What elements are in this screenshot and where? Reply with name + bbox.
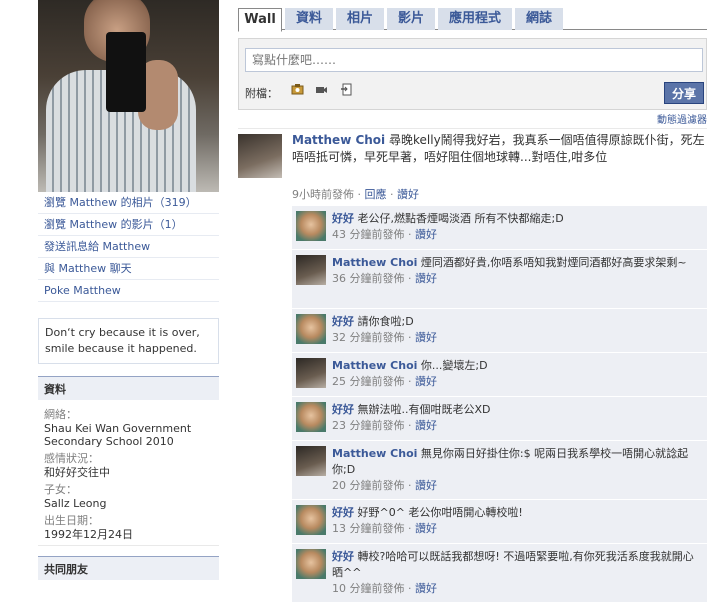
like-link[interactable]: 讚好 — [397, 188, 419, 201]
tab-notes[interactable]: 網誌 — [515, 8, 563, 30]
comment-time: 32 分鐘前發佈 — [332, 331, 405, 344]
post-meta: 9小時前發佈 · 回應 · 讚好 — [292, 188, 419, 201]
left-column: 瀏覽 Matthew 的相片（319） 瀏覽 Matthew 的影片（1） 發送… — [38, 0, 219, 580]
info-section: 資料 網絡： Shau Kei Wan Government Secondary… — [38, 376, 219, 546]
chat-link[interactable]: 與 Matthew 聊天 — [38, 258, 219, 280]
comment-like-link[interactable]: 讚好 — [415, 479, 437, 492]
relationship-label: 感情狀況： — [44, 452, 99, 465]
comment-text: 煙同酒都好貴,你唔系唔知我對煙同酒都好高要求架剩~ — [420, 256, 687, 269]
commenter-avatar[interactable] — [296, 402, 326, 432]
view-photos-link[interactable]: 瀏覽 Matthew 的相片（319） — [38, 192, 219, 214]
mutual-friends-title: 共同朋友 — [38, 556, 219, 580]
comment-author[interactable]: 好好 — [332, 403, 354, 416]
mutual-friends-section: 共同朋友 — [38, 556, 219, 580]
comment-time: 23 分鐘前發佈 — [332, 419, 405, 432]
birthday-value: 1992年12月24日 — [44, 528, 133, 541]
comment-like-link[interactable]: 讚好 — [415, 582, 437, 595]
attach-label: 附檔： — [245, 87, 278, 100]
children-label: 子女： — [44, 483, 77, 496]
comment-time: 13 分鐘前發佈 — [332, 522, 405, 535]
tab-photos[interactable]: 相片 — [336, 8, 384, 30]
comment-time: 20 分鐘前發佈 — [332, 479, 405, 492]
video-icon[interactable] — [315, 83, 328, 96]
relationship-value: 和好好交往中 — [44, 466, 110, 479]
comment-item: 好好 請你食啦;D 32 分鐘前發佈 · 讚好 — [292, 309, 707, 353]
poke-link[interactable]: Poke Matthew — [38, 280, 219, 302]
feed-filter-link[interactable]: 動態過濾器 — [657, 111, 707, 126]
comment-text: 轉校?哈哈可以既話我都想呀! 不過唔緊要啦,有你死我活系度我就開心晒^^ — [332, 550, 694, 579]
commenter-avatar[interactable] — [296, 314, 326, 344]
status-composer: 附檔： 分享 — [238, 38, 707, 110]
comment-author[interactable]: 好好 — [332, 506, 354, 519]
bio-box: Don‘t cry because it is over, smile beca… — [38, 318, 219, 364]
birthday-label: 出生日期： — [44, 514, 99, 527]
commenter-avatar[interactable] — [296, 549, 326, 579]
post-author[interactable]: Matthew Choi — [292, 133, 385, 147]
comment-time: 36 分鐘前發佈 — [332, 272, 405, 285]
profile-photo[interactable] — [38, 0, 219, 192]
comment-like-link[interactable]: 讚好 — [415, 522, 437, 535]
commenter-avatar[interactable] — [296, 505, 326, 535]
comment-like-link[interactable]: 讚好 — [415, 375, 437, 388]
wall-post: Matthew Choi 尋晚kelly鬧得我好岩，我真系一個唔值得原諒既仆街，… — [238, 128, 707, 603]
network-label: 網絡： — [44, 408, 77, 421]
comment-like-link[interactable]: 讚好 — [415, 272, 437, 285]
commenter-avatar[interactable] — [296, 211, 326, 241]
comment-time: 25 分鐘前發佈 — [332, 375, 405, 388]
comment-text: 你...變壞左;D — [420, 359, 488, 372]
send-message-link[interactable]: 發送訊息給 Matthew — [38, 236, 219, 258]
comment-author[interactable]: Matthew Choi — [332, 359, 417, 372]
comment-item: Matthew Choi 無見你兩日好掛住你:$ 呢兩日我系學校一唔開心就諗起你… — [292, 441, 707, 500]
comment-author[interactable]: Matthew Choi — [332, 256, 417, 269]
comment-item: 好好 無辦法啦..有個咁既老公XD 23 分鐘前發佈 · 讚好 — [292, 397, 707, 441]
network-value[interactable]: Shau Kei Wan Government Secondary School… — [44, 422, 213, 448]
profile-links: 瀏覽 Matthew 的相片（319） 瀏覽 Matthew 的影片（1） 發送… — [38, 192, 219, 302]
post-time[interactable]: 9小時前發佈 — [292, 188, 354, 201]
comment-item: Matthew Choi 你...變壞左;D 25 分鐘前發佈 · 讚好 — [292, 353, 707, 397]
commenter-avatar[interactable] — [296, 358, 326, 388]
comment-like-link[interactable]: 讚好 — [415, 419, 437, 432]
comment-item: 好好 轉校?哈哈可以既話我都想呀! 不過唔緊要啦,有你死我活系度我就開心晒^^ … — [292, 544, 707, 603]
status-input[interactable] — [245, 48, 703, 72]
comment-like-link[interactable]: 讚好 — [415, 228, 437, 241]
info-title: 資料 — [38, 376, 219, 400]
comment-text: 老公仔,燃點香煙喝淡酒 所有不快都縮走;D — [357, 212, 564, 225]
commenter-avatar[interactable] — [296, 255, 326, 285]
right-column: Wall 資料 相片 影片 應用程式 網誌 附檔： 分享 動態過濾器 Matth… — [238, 0, 707, 603]
tab-videos[interactable]: 影片 — [387, 8, 435, 30]
comment-time: 43 分鐘前發佈 — [332, 228, 405, 241]
comment-like-link[interactable]: 讚好 — [415, 331, 437, 344]
comment-author[interactable]: Matthew Choi — [332, 447, 417, 460]
comment-text: 無辦法啦..有個咁既老公XD — [357, 403, 491, 416]
photo-icon[interactable] — [291, 83, 304, 96]
comment-item: 好好 好野^0^ 老公你咁唔開心轉校啦! 13 分鐘前發佈 · 讚好 — [292, 500, 707, 544]
tab-wall[interactable]: Wall — [238, 8, 282, 32]
comment-item: 好好 老公仔,燃點香煙喝淡酒 所有不快都縮走;D 43 分鐘前發佈 · 讚好 — [292, 206, 707, 250]
commenter-avatar[interactable] — [296, 446, 326, 476]
comment-time: 10 分鐘前發佈 — [332, 582, 405, 595]
tab-applications[interactable]: 應用程式 — [438, 8, 512, 30]
profile-tabs: Wall 資料 相片 影片 應用程式 網誌 — [238, 0, 707, 32]
share-button[interactable]: 分享 — [664, 82, 704, 104]
comment-text: 好野^0^ 老公你咁唔開心轉校啦! — [357, 506, 523, 519]
comment-author[interactable]: 好好 — [332, 550, 354, 563]
post-avatar[interactable] — [238, 134, 282, 178]
comment-author[interactable]: 好好 — [332, 212, 354, 225]
comment-author[interactable]: 好好 — [332, 315, 354, 328]
link-icon[interactable] — [340, 83, 353, 96]
comment-list: 好好 老公仔,燃點香煙喝淡酒 所有不快都縮走;D 43 分鐘前發佈 · 讚好 M… — [292, 206, 707, 603]
children-value[interactable]: Sallz Leong — [44, 497, 213, 510]
comment-item: Matthew Choi 煙同酒都好貴,你唔系唔知我對煙同酒都好高要求架剩~ 3… — [292, 250, 707, 309]
tab-info[interactable]: 資料 — [285, 8, 333, 30]
view-videos-link[interactable]: 瀏覽 Matthew 的影片（1） — [38, 214, 219, 236]
reply-link[interactable]: 回應 — [365, 188, 387, 201]
comment-text: 請你食啦;D — [357, 315, 414, 328]
